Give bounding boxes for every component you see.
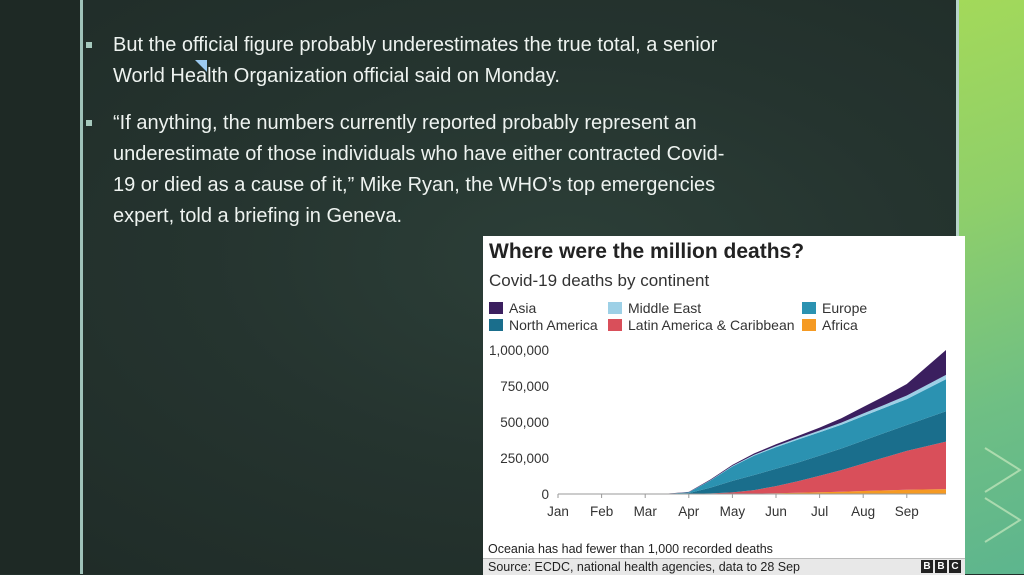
legend-label: North America — [509, 317, 598, 333]
area-chart: 0 250,000 500,000 750,000 1,000,000 Jan Feb Mar… — [489, 343, 947, 519]
x-tick-label: May — [720, 504, 746, 519]
legend-swatch — [802, 302, 816, 314]
chart-image: Where were the million deaths? Covid-19 … — [483, 236, 965, 575]
chart-note: Oceania has had fewer than 1,000 recorde… — [488, 542, 773, 556]
y-tick-label: 250,000 — [500, 451, 549, 466]
legend-label: Latin America & Caribbean — [628, 317, 795, 333]
y-tick-label: 750,000 — [500, 379, 549, 394]
bbc-logo-letter: B — [935, 560, 947, 573]
y-tick-label: 0 — [541, 487, 549, 502]
x-tick-label: Mar — [634, 504, 658, 519]
bullet-item: “If anything, the numbers currently repo… — [86, 108, 746, 232]
left-decorative-band — [0, 0, 80, 574]
bbc-logo-letter: C — [949, 560, 961, 573]
source-bar: Source: ECDC, national health agencies, … — [483, 558, 965, 575]
legend-item: Europe — [802, 300, 867, 316]
legend-swatch — [608, 319, 622, 331]
bullet-list: But the official figure probably underes… — [86, 30, 746, 248]
x-tick-label: Apr — [678, 504, 700, 519]
bbc-logo: B B C — [921, 560, 961, 573]
legend-label: Asia — [509, 300, 537, 316]
legend-item: North America — [489, 317, 598, 333]
legend-item: Asia — [489, 300, 536, 316]
legend-item: Middle East — [608, 300, 701, 316]
chevron-decoration-icon — [984, 447, 1022, 543]
x-tick-label: Jan — [547, 504, 569, 519]
corner-triangle-icon — [195, 60, 207, 72]
legend-item: Africa — [802, 317, 858, 333]
left-divider-line — [80, 0, 83, 574]
bullet-text: “If anything, the numbers currently repo… — [113, 112, 725, 227]
legend-label: Middle East — [628, 300, 702, 316]
legend-swatch — [802, 319, 816, 331]
bullet-marker-icon — [86, 42, 92, 48]
chart-title: Where were the million deaths? — [489, 240, 805, 263]
x-tick-label: Jun — [765, 504, 787, 519]
y-tick-label: 1,000,000 — [489, 343, 549, 358]
x-tick-label: Jul — [811, 504, 828, 519]
legend-item: Latin America & Caribbean — [608, 317, 795, 333]
legend-label: Africa — [822, 317, 858, 333]
legend-label: Europe — [822, 300, 868, 316]
legend-swatch — [489, 302, 503, 314]
chart-source: Source: ECDC, national health agencies, … — [488, 560, 801, 574]
legend-swatch — [608, 302, 622, 314]
x-tick-label: Feb — [590, 504, 613, 519]
bullet-item: But the official figure probably underes… — [86, 30, 746, 92]
x-tick-label: Sep — [895, 504, 919, 519]
legend-swatch — [489, 319, 503, 331]
bullet-marker-icon — [86, 120, 92, 126]
x-tick-label: Aug — [851, 504, 875, 519]
chart-subtitle: Covid-19 deaths by continent — [489, 271, 710, 290]
bbc-logo-letter: B — [921, 560, 933, 573]
y-tick-label: 500,000 — [500, 415, 549, 430]
